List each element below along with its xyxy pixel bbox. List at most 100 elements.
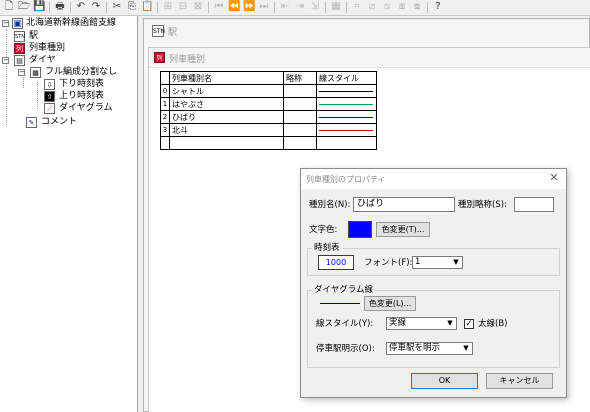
train-type-properties-dialog[interactable]: 列車種別のプロパティ ✕ 種別名(N): ひばり 種別略称(S): 文字色: 色…: [300, 168, 567, 398]
font-label: フォント(F):: [364, 258, 413, 268]
train-type-grid[interactable]: 列車種別名 略称 線スタイル 0 シャトル 1 はやぶさ 2 ひばり 3 北斗: [160, 71, 377, 150]
next-icon[interactable]: ⏩: [243, 1, 255, 13]
column-header-abbr[interactable]: 略称: [283, 71, 317, 85]
station-window-titlebar[interactable]: STN 駅: [144, 19, 589, 43]
tree-item-comment[interactable]: ✎ コメント: [14, 117, 134, 128]
train-type-abbr-cell[interactable]: [283, 123, 317, 137]
bold-line-checkbox[interactable]: ✓: [464, 319, 474, 329]
help-icon[interactable]: ?: [432, 1, 444, 13]
column-header-name[interactable]: 列車種別名: [169, 71, 284, 85]
tree-item-down-timetable[interactable]: ⇩ 下り時刻表: [44, 79, 137, 90]
tree-item-diagram[interactable]: − ▤ ダイヤ: [2, 55, 132, 66]
tree-item-diagram-graph[interactable]: ⟋ ダイヤグラム: [44, 103, 137, 114]
table-row[interactable]: 3 北斗: [160, 123, 377, 137]
cut-icon[interactable]: ✂: [111, 1, 123, 13]
tree-item-comment-label: コメント: [41, 117, 78, 127]
redo-icon[interactable]: ↷: [90, 1, 102, 13]
first-icon[interactable]: ⏮: [213, 1, 225, 13]
table-row[interactable]: 2 ひばり: [160, 110, 377, 124]
font-select[interactable]: 1 ▼: [412, 256, 463, 269]
diagram-d-icon[interactable]: ⧇: [411, 1, 423, 13]
collapse-icon[interactable]: −: [2, 57, 9, 64]
table-row[interactable]: 0 シャトル: [160, 84, 377, 98]
tree-item-up-timetable-label: 上り時刻表: [59, 91, 105, 101]
line-style-swatch: [319, 103, 373, 105]
tree-item-station[interactable]: STN 駅: [14, 31, 134, 42]
table-row-empty[interactable]: [160, 136, 377, 150]
paste-icon[interactable]: 📋: [141, 1, 153, 13]
chevron-down-icon[interactable]: ▼: [451, 258, 461, 267]
print-icon[interactable]: 🖶: [54, 1, 66, 13]
cancel-button[interactable]: キャンセル: [486, 373, 553, 389]
dialog-titlebar[interactable]: 列車種別のプロパティ ✕: [301, 169, 566, 189]
ok-button[interactable]: OK: [411, 373, 478, 389]
delete-row-icon[interactable]: ⊠: [192, 1, 204, 13]
close-icon[interactable]: ✕: [548, 172, 560, 184]
tree-root[interactable]: − ▣ 北海道新幹線函館支線: [2, 18, 137, 29]
train-type-abbr-cell[interactable]: [283, 110, 317, 124]
undo-icon[interactable]: ↶: [75, 1, 87, 13]
open-folder-icon[interactable]: 🗁: [18, 1, 30, 13]
station-window-title: 駅: [168, 28, 178, 38]
insert-col-icon[interactable]: ⊟: [177, 1, 189, 13]
collapse-icon[interactable]: −: [18, 69, 25, 76]
line-style-cell[interactable]: [316, 136, 377, 150]
tree-root-label: 北海道新幹線函館支線: [26, 18, 117, 28]
align-middle-icon[interactable]: ⇥: [294, 1, 306, 13]
diagram-zoom-icon[interactable]: ⌗: [351, 1, 363, 13]
grid-icon[interactable]: ▦: [330, 1, 342, 13]
chevron-down-icon[interactable]: ▼: [445, 319, 455, 328]
table-row[interactable]: 1 はやぶさ: [160, 97, 377, 111]
copy-icon[interactable]: ⎘: [126, 1, 138, 13]
diagram-a-icon[interactable]: ⧄: [366, 1, 378, 13]
align-bottom-icon[interactable]: ⇲: [309, 1, 321, 13]
up-timetable-icon: ⇧: [44, 91, 55, 102]
save-icon[interactable]: 💾: [33, 1, 45, 13]
collapse-icon[interactable]: −: [2, 20, 9, 27]
insert-row-icon[interactable]: ⊞: [162, 1, 174, 13]
line-style-cell[interactable]: [316, 97, 377, 111]
train-type-name-cell[interactable]: はやぶさ: [169, 97, 284, 111]
diagram-b-icon[interactable]: ⧅: [381, 1, 393, 13]
text-color-change-button[interactable]: 色変更(T)...: [376, 222, 430, 237]
type-abbr-field[interactable]: [514, 197, 554, 212]
grid-header-row: 列車種別名 略称 線スタイル: [160, 71, 377, 85]
tree-item-formation[interactable]: − ▦ フル編成分割なし: [18, 67, 137, 78]
align-top-icon[interactable]: ⇤: [279, 1, 291, 13]
toolbar-separator: [274, 2, 275, 13]
last-icon[interactable]: ⏭: [258, 1, 270, 13]
project-tree[interactable]: − ▣ 北海道新幹線函館支線 STN 駅 列 列車種別 − ▤ ダイヤ − ▦ …: [0, 16, 138, 412]
prev-icon[interactable]: ⏪: [228, 1, 240, 13]
tree-item-train-type[interactable]: 列 列車種別: [14, 43, 134, 54]
train-type-name-cell[interactable]: 北斗: [169, 123, 284, 137]
new-file-icon[interactable]: 🗋: [3, 1, 15, 13]
line-style-select[interactable]: 実線 ▼: [386, 317, 457, 330]
train-type-name-cell[interactable]: シャトル: [169, 84, 284, 98]
train-type-icon: 列: [14, 43, 25, 54]
tree-item-up-timetable[interactable]: ⇧ 上り時刻表: [44, 91, 137, 102]
line-style-swatch: [319, 90, 373, 92]
grid-corner-cell: [160, 71, 170, 85]
chevron-down-icon[interactable]: ▼: [461, 344, 471, 353]
column-header-line-style[interactable]: 線スタイル: [316, 71, 377, 85]
train-type-abbr-cell[interactable]: [283, 84, 317, 98]
diagram-c-icon[interactable]: ⧆: [396, 1, 408, 13]
main-toolbar: 🗋 🗁 💾 🖶 ↶ ↷ ✂ ⎘ 📋 ⊞ ⊟ ⊠ ⏮ ⏪ ⏩ ⏭ ⇤ ⇥ ⇲ ▦ ⌗ ⧄ ⧅ ⧆ ⧇?: [0, 0, 590, 16]
train-type-name-cell[interactable]: [169, 136, 284, 150]
line-style-cell[interactable]: [316, 84, 377, 98]
tree-line: [6, 29, 7, 125]
train-type-abbr-cell[interactable]: [283, 136, 317, 150]
line-style-cell[interactable]: [316, 123, 377, 137]
type-name-field[interactable]: ひばり: [353, 197, 455, 212]
train-type-name-cell[interactable]: ひばり: [169, 110, 284, 124]
toolbar-separator: [157, 2, 158, 13]
diagram-line-color-button[interactable]: 色変更(L)...: [364, 296, 416, 311]
line-style-cell[interactable]: [316, 110, 377, 124]
timetable-sample: 1000: [318, 255, 354, 270]
train-type-window-titlebar[interactable]: 列 列車種別: [149, 48, 590, 68]
stop-station-select[interactable]: 停車駅を明示 ▼: [386, 342, 473, 355]
row-index: 0: [160, 84, 170, 98]
train-type-abbr-cell[interactable]: [283, 97, 317, 111]
diagram-line-group-title: ダイヤグラム線: [312, 284, 375, 296]
toolbar-separator: [70, 2, 71, 13]
